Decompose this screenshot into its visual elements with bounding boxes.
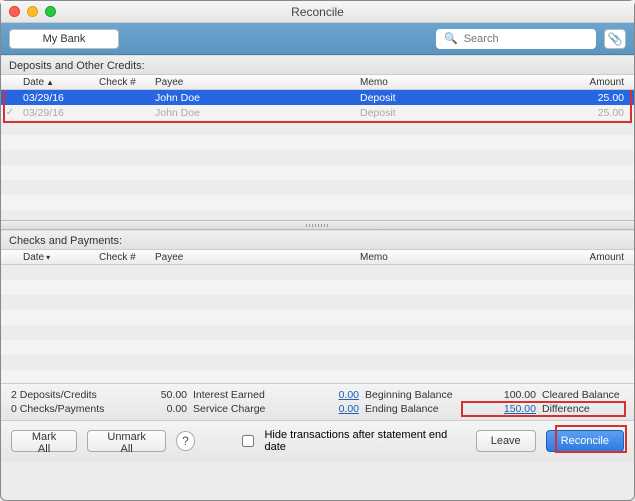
table-row [1, 280, 634, 295]
row-date: 03/29/16 [19, 92, 95, 104]
paperclip-icon: 📎 [608, 32, 623, 46]
table-row [1, 210, 634, 220]
table-row [1, 120, 634, 135]
attachment-button[interactable]: 📎 [604, 29, 626, 49]
row-checkmark[interactable]: ✓ [1, 107, 19, 118]
row-amount: 25.00 [536, 107, 634, 119]
deposits-section-label: Deposits and Other Credits: [1, 55, 634, 74]
beginning-label: Beginning Balance [365, 389, 475, 401]
table-row [1, 265, 634, 280]
table-row [1, 295, 634, 310]
table-row[interactable]: ✓03/29/16 John DoeDeposit25.00 [1, 105, 634, 120]
column-payee[interactable]: Payee [151, 77, 356, 88]
column-memo[interactable]: Memo [356, 252, 536, 263]
table-row [1, 340, 634, 355]
search-field[interactable]: 🔍 [436, 29, 596, 49]
table-row [1, 135, 634, 150]
row-payee: John Doe [151, 92, 356, 104]
table-row [1, 180, 634, 195]
summary-panel: 2 Deposits/Credits 50.00 Interest Earned… [1, 383, 634, 420]
payments-total: 0.00 [137, 403, 187, 415]
row-memo: Deposit [356, 107, 536, 119]
account-selector[interactable]: My Bank [9, 29, 119, 49]
hide-transactions-label: Hide transactions after statement end da… [264, 429, 455, 453]
leave-button[interactable]: Leave [476, 430, 536, 452]
deposits-header: Date▲ Check # Payee Memo Amount [1, 74, 634, 90]
payments-header: Date▾ Check # Payee Memo Amount [1, 249, 634, 265]
unmark-all-button[interactable]: Unmark All [87, 430, 166, 452]
cleared-label: Cleared Balance [542, 389, 635, 401]
column-check[interactable]: Check # [95, 252, 151, 263]
help-icon: ? [182, 434, 189, 448]
table-row[interactable]: 03/29/16 John DoeDeposit25.00 [1, 90, 634, 105]
table-row [1, 150, 634, 165]
interest-label: Interest Earned [193, 389, 293, 401]
toolbar: My Bank 🔍 📎 [1, 23, 634, 55]
footer-bar: Mark All Unmark All ? Hide transactions … [1, 420, 634, 461]
deposits-table: Date▲ Check # Payee Memo Amount 03/29/16… [1, 74, 634, 220]
table-row [1, 370, 634, 383]
pane-divider[interactable] [1, 220, 634, 230]
table-row [1, 165, 634, 180]
sort-desc-icon: ▾ [46, 253, 50, 262]
service-value[interactable]: 0.00 [299, 403, 359, 415]
payments-count-label: 0 Checks/Payments [11, 403, 131, 415]
mark-all-button[interactable]: Mark All [11, 430, 77, 452]
deposits-count-label: 2 Deposits/Credits [11, 389, 131, 401]
column-date[interactable]: Date▲ [19, 77, 95, 88]
reconcile-button[interactable]: Reconcile [546, 430, 624, 452]
column-date[interactable]: Date▾ [19, 252, 95, 263]
interest-value[interactable]: 0.00 [299, 389, 359, 401]
deposits-total: 50.00 [137, 389, 187, 401]
window-title: Reconcile [1, 5, 634, 19]
ending-label: Ending Balance [365, 403, 475, 415]
column-amount[interactable]: Amount [536, 77, 634, 88]
sort-asc-icon: ▲ [46, 78, 54, 87]
table-row [1, 310, 634, 325]
column-payee[interactable]: Payee [151, 252, 356, 263]
table-row [1, 355, 634, 370]
row-date: 03/29/16 [19, 107, 95, 119]
payments-section-label: Checks and Payments: [1, 230, 634, 249]
payments-table: Date▾ Check # Payee Memo Amount [1, 249, 634, 383]
search-icon: 🔍 [444, 32, 458, 45]
beginning-value: 100.00 [481, 389, 536, 401]
titlebar: Reconcile [1, 1, 634, 23]
table-row [1, 195, 634, 210]
column-amount[interactable]: Amount [536, 252, 634, 263]
difference-label: Difference [542, 403, 635, 415]
ending-value[interactable]: 150.00 [481, 403, 536, 415]
column-check[interactable]: Check # [95, 77, 151, 88]
help-button[interactable]: ? [176, 431, 195, 451]
search-input[interactable] [464, 33, 606, 45]
table-row [1, 325, 634, 340]
hide-transactions-checkbox[interactable] [242, 435, 254, 447]
row-payee: John Doe [151, 107, 356, 119]
row-memo: Deposit [356, 92, 536, 104]
column-memo[interactable]: Memo [356, 77, 536, 88]
service-label: Service Charge [193, 403, 293, 415]
row-amount: 25.00 [536, 92, 634, 104]
